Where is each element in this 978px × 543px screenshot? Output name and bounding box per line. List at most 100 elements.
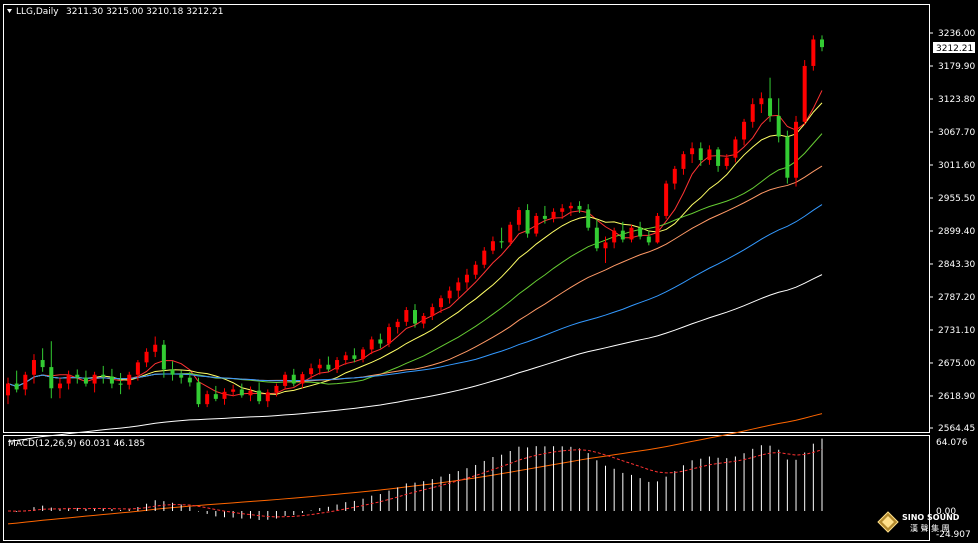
candle-up [456, 282, 461, 291]
candle-up [482, 250, 487, 265]
candle-down [326, 364, 331, 370]
ohlc-readout: 3211.30 3215.00 3210.18 3212.21 [66, 7, 223, 17]
candle-up [248, 390, 253, 396]
candle-down [83, 377, 88, 384]
price-tick-label: 3011.60 [938, 161, 975, 171]
candle-up [395, 321, 400, 328]
logo-brand-text: SINO SOUND [902, 513, 960, 522]
candle-up [135, 362, 140, 375]
candle-up [560, 208, 565, 212]
candle-up [534, 215, 539, 234]
candle-up [690, 148, 695, 155]
candle-up [421, 315, 426, 324]
current-price-label: 3212.21 [933, 42, 975, 54]
candle-up [664, 183, 669, 216]
candle-up [31, 360, 36, 375]
candle-up [551, 211, 556, 219]
candle-down [257, 390, 262, 402]
candle-up [516, 210, 521, 225]
ma-line-20 [7, 133, 823, 388]
candle-down [170, 369, 175, 375]
candle-up [205, 394, 210, 405]
candle-up [794, 121, 799, 178]
candle-down [776, 115, 781, 137]
candle-up [343, 355, 348, 361]
candle-up [629, 227, 634, 240]
candle-down [239, 389, 244, 396]
candle-down [40, 360, 45, 368]
candle-up [231, 389, 236, 392]
macd-label: MACD(12,26,9) 60.031 46.185 [8, 439, 145, 449]
candle-up [369, 339, 374, 350]
chart-menu-arrow-icon[interactable] [7, 9, 12, 13]
candle-down [542, 215, 547, 219]
candle-up [127, 374, 132, 385]
price-tick-label: 2618.90 [938, 392, 975, 402]
price-tick-label: 3179.90 [938, 62, 975, 72]
candle-up [742, 121, 747, 140]
candle-up [6, 383, 10, 396]
candle-down [620, 230, 625, 240]
candle-up [759, 98, 764, 105]
candle-up [681, 154, 686, 169]
candle-up [490, 241, 495, 251]
candle-down [213, 394, 218, 399]
candle-down [820, 39, 824, 48]
candle-up [335, 360, 340, 370]
candle-down [352, 355, 357, 359]
price-axis: 3236.00 3179.90 3123.80 3067.70 3011.60 2955.… [929, 29, 975, 434]
candle-up [265, 392, 270, 402]
candle-up [568, 205, 573, 209]
candle-up [222, 391, 227, 399]
chart-window[interactable]: LLG,Daily 3211.30 3215.00 3210.18 3212.2… [0, 0, 978, 543]
ma-line-10 [7, 102, 823, 395]
candle-up [309, 368, 314, 375]
candle-up [724, 157, 729, 166]
price-tick-label: 2731.10 [938, 326, 975, 336]
macd-tick-top: 64.076 [936, 438, 968, 448]
candle-down [196, 382, 201, 405]
candle-up [733, 139, 738, 158]
svg-text:3212.21: 3212.21 [936, 44, 973, 54]
candle-down [179, 374, 184, 378]
candle-down [187, 377, 192, 383]
candle-down [291, 374, 296, 384]
candle-up [274, 385, 279, 393]
candle-up [438, 298, 443, 308]
candle-down [698, 148, 703, 161]
candle-down [378, 339, 383, 344]
chart-title: LLG,Daily [16, 7, 59, 17]
candle-up [508, 224, 513, 243]
candle-down [413, 310, 417, 324]
candle-up [802, 65, 807, 122]
candle-up [612, 230, 617, 243]
candle-up [361, 349, 366, 359]
candle-down [525, 210, 530, 234]
candle-up [672, 168, 677, 184]
candle-up [447, 290, 452, 299]
price-tick-label: 2899.40 [938, 227, 975, 237]
candle-up [387, 327, 392, 344]
logo-sub-text: 漢 聲 集 團 [910, 523, 950, 533]
candle-down [646, 236, 651, 243]
price-tick-label: 2787.20 [938, 293, 975, 303]
candle-up [603, 242, 608, 249]
macd-histogram [16, 438, 823, 520]
chart-canvas[interactable]: LLG,Daily 3211.30 3215.00 3210.18 3212.2… [0, 0, 978, 543]
price-tick-label: 3067.70 [938, 128, 975, 138]
price-pane-border [3, 4, 930, 433]
candle-down [14, 383, 19, 390]
candle-up [23, 374, 28, 390]
price-tick-label: 3123.80 [938, 95, 975, 105]
candle-down [716, 149, 721, 166]
candle-up [57, 383, 62, 389]
candle-down [49, 367, 54, 389]
candle-up [464, 274, 469, 283]
ma-line-30 [7, 165, 823, 388]
candle-down [638, 227, 643, 237]
candle-up [430, 307, 435, 316]
candle-up [300, 374, 305, 384]
price-tick-label: 2564.45 [938, 424, 975, 434]
candle-down [586, 209, 591, 228]
candle-down [594, 227, 599, 249]
